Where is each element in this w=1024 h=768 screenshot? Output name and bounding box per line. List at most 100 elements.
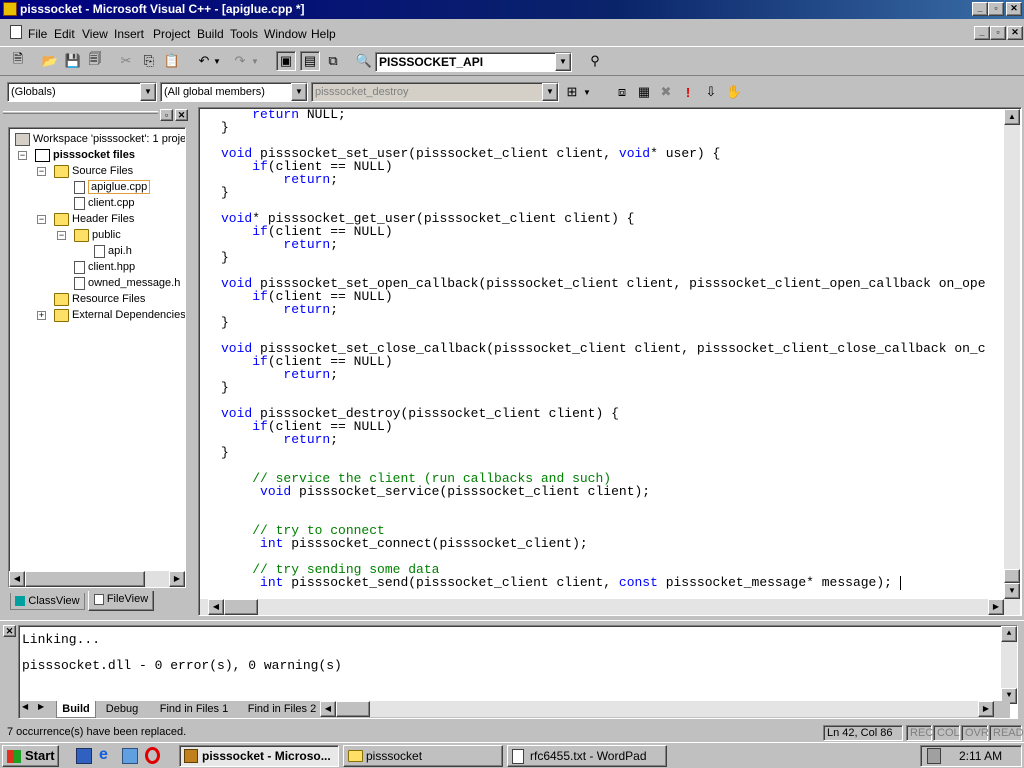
volume-tray-icon[interactable]: [927, 748, 941, 764]
undo-icon[interactable]: ↶: [194, 51, 214, 71]
cut-icon[interactable]: ✂: [116, 51, 136, 71]
scroll-left-button[interactable]: ◀: [320, 701, 336, 717]
task-button-folder[interactable]: pisssocket: [343, 745, 503, 767]
quicklaunch-ie-icon[interactable]: e: [99, 747, 115, 763]
chevron-down-icon[interactable]: ▼: [291, 83, 307, 101]
function-combo[interactable]: pisssocket_destroy ▼: [311, 82, 559, 102]
tab-find-in-files-1[interactable]: Find in Files 1: [154, 701, 234, 718]
binoculars-icon[interactable]: ⚲: [585, 51, 605, 71]
quicklaunch-network-icon[interactable]: [122, 748, 138, 764]
breakpoint-hand-icon[interactable]: ✋: [724, 82, 744, 102]
save-icon[interactable]: 💾: [63, 51, 83, 71]
copy-icon[interactable]: ⎘: [139, 51, 159, 71]
expand-toggle[interactable]: −: [37, 215, 46, 224]
tab-classview[interactable]: ClassView: [10, 593, 85, 610]
stop-build-icon[interactable]: ✖: [656, 82, 676, 102]
mdi-restore-button[interactable]: ▫: [990, 26, 1006, 40]
scroll-right-button[interactable]: ▶: [169, 571, 185, 587]
undo-dropdown-icon[interactable]: ▼: [212, 51, 222, 71]
panel-restore-button[interactable]: ▫: [160, 109, 173, 121]
expand-toggle[interactable]: +: [37, 311, 46, 320]
panel-close-button[interactable]: ✕: [3, 625, 16, 637]
clock[interactable]: 2:11 AM: [959, 749, 1002, 763]
output-hscrollbar[interactable]: ◀ ▶: [320, 701, 994, 717]
open-folder-icon[interactable]: 📂: [40, 51, 60, 71]
minimize-button[interactable]: _: [972, 2, 988, 16]
chevron-down-icon[interactable]: ▼: [555, 53, 571, 71]
task-button-wordpad[interactable]: rfc6455.txt - WordPad: [507, 745, 667, 767]
workspace-window-icon[interactable]: ▣: [276, 51, 296, 71]
menu-build[interactable]: Build: [197, 27, 224, 41]
tree-hscrollbar[interactable]: ◀ ▶: [9, 571, 185, 587]
tree-row-owned-message[interactable]: owned_message.h: [74, 275, 180, 291]
save-all-icon[interactable]: 🗐: [85, 51, 105, 71]
mdi-close-button[interactable]: ✕: [1007, 26, 1023, 40]
redo-icon[interactable]: ↷: [230, 51, 250, 71]
tree-row-external-deps[interactable]: External Dependencies: [54, 307, 185, 323]
members-combo[interactable]: (All global members) ▼: [160, 82, 308, 102]
panel-grip[interactable]: [3, 111, 158, 114]
wizard-dropdown-icon[interactable]: ▼: [582, 82, 592, 102]
scroll-thumb[interactable]: [1004, 569, 1020, 583]
tree-row-client-hpp[interactable]: client.hpp: [74, 259, 135, 275]
tree-row-apiglue[interactable]: apiglue.cpp: [74, 179, 151, 195]
window-list-icon[interactable]: ⧉: [323, 51, 343, 71]
expand-toggle[interactable]: −: [18, 151, 27, 160]
menu-tools[interactable]: Tools: [230, 27, 258, 41]
tab-scroll-right-icon[interactable]: ▶: [38, 702, 44, 711]
wizard-action-icon[interactable]: ⊞: [562, 82, 582, 102]
quicklaunch-desktop-icon[interactable]: [76, 748, 92, 764]
build-icon[interactable]: ▦: [634, 82, 654, 102]
task-button-vc[interactable]: pisssocket - Microso...: [179, 745, 339, 767]
tree-row-header-files[interactable]: Header Files: [54, 211, 134, 227]
scroll-left-button[interactable]: ◀: [208, 599, 224, 615]
close-button[interactable]: ✕: [1006, 2, 1022, 16]
tab-fileview[interactable]: FileView: [88, 591, 154, 611]
code-editor[interactable]: return NULL;} void pisssocket_set_user(pi…: [221, 108, 986, 589]
panel-close-button[interactable]: ✕: [175, 109, 188, 121]
tab-find-in-files-2[interactable]: Find in Files 2: [244, 701, 320, 718]
tree-row-client-cpp[interactable]: client.cpp: [74, 195, 134, 211]
config-combo[interactable]: PISSSOCKET_API ▼: [375, 52, 572, 72]
maximize-button[interactable]: ▫: [988, 2, 1004, 16]
scroll-right-button[interactable]: ▶: [978, 701, 994, 717]
tree-row-project[interactable]: pisssocket files: [35, 147, 135, 163]
menu-project[interactable]: Project: [153, 27, 190, 41]
chevron-down-icon[interactable]: ▼: [140, 83, 156, 101]
menu-window[interactable]: Window: [264, 27, 307, 41]
scroll-up-button[interactable]: ▲: [1001, 626, 1017, 642]
tree-row-public[interactable]: public: [74, 227, 121, 243]
scroll-right-button[interactable]: ▶: [988, 599, 1004, 615]
scroll-up-button[interactable]: ▲: [1004, 109, 1020, 125]
expand-toggle[interactable]: −: [57, 231, 66, 240]
tree-row-resource-files[interactable]: Resource Files: [54, 291, 145, 307]
chevron-down-icon[interactable]: ▼: [542, 83, 558, 101]
scroll-down-button[interactable]: ▼: [1004, 583, 1020, 599]
find-in-files-icon[interactable]: 🔍: [354, 51, 374, 71]
tab-scroll-left-icon[interactable]: ◀: [22, 702, 28, 711]
scope-combo[interactable]: (Globals) ▼: [7, 82, 157, 102]
scroll-thumb[interactable]: [336, 701, 370, 717]
scroll-thumb[interactable]: [224, 599, 258, 615]
output-vscrollbar[interactable]: ▲ ▼: [1001, 626, 1017, 704]
tree-row-api-h[interactable]: api.h: [94, 243, 132, 259]
expand-toggle[interactable]: −: [37, 167, 46, 176]
editor-hscrollbar[interactable]: ◀ ▶: [200, 599, 1020, 615]
new-text-file-icon[interactable]: 🗎: [8, 51, 28, 71]
start-button[interactable]: Start: [2, 745, 59, 767]
redo-dropdown-icon[interactable]: ▼: [250, 51, 260, 71]
paste-icon[interactable]: 📋: [162, 51, 182, 71]
scroll-thumb[interactable]: [25, 571, 145, 587]
compile-icon[interactable]: ⧈: [612, 82, 632, 102]
go-icon[interactable]: ⇩: [701, 82, 721, 102]
mdi-minimize-button[interactable]: _: [974, 26, 990, 40]
tree-row-workspace[interactable]: Workspace 'pisssocket': 1 proje: [15, 131, 185, 147]
menu-insert[interactable]: Insert: [114, 27, 144, 41]
tab-build[interactable]: Build: [56, 701, 96, 718]
tree-row-source-files[interactable]: Source Files: [54, 163, 133, 179]
tab-debug[interactable]: Debug: [100, 701, 144, 718]
menu-file[interactable]: File: [28, 27, 47, 41]
scroll-left-button[interactable]: ◀: [9, 571, 25, 587]
menu-edit[interactable]: Edit: [54, 27, 75, 41]
execute-icon[interactable]: !: [678, 82, 698, 102]
